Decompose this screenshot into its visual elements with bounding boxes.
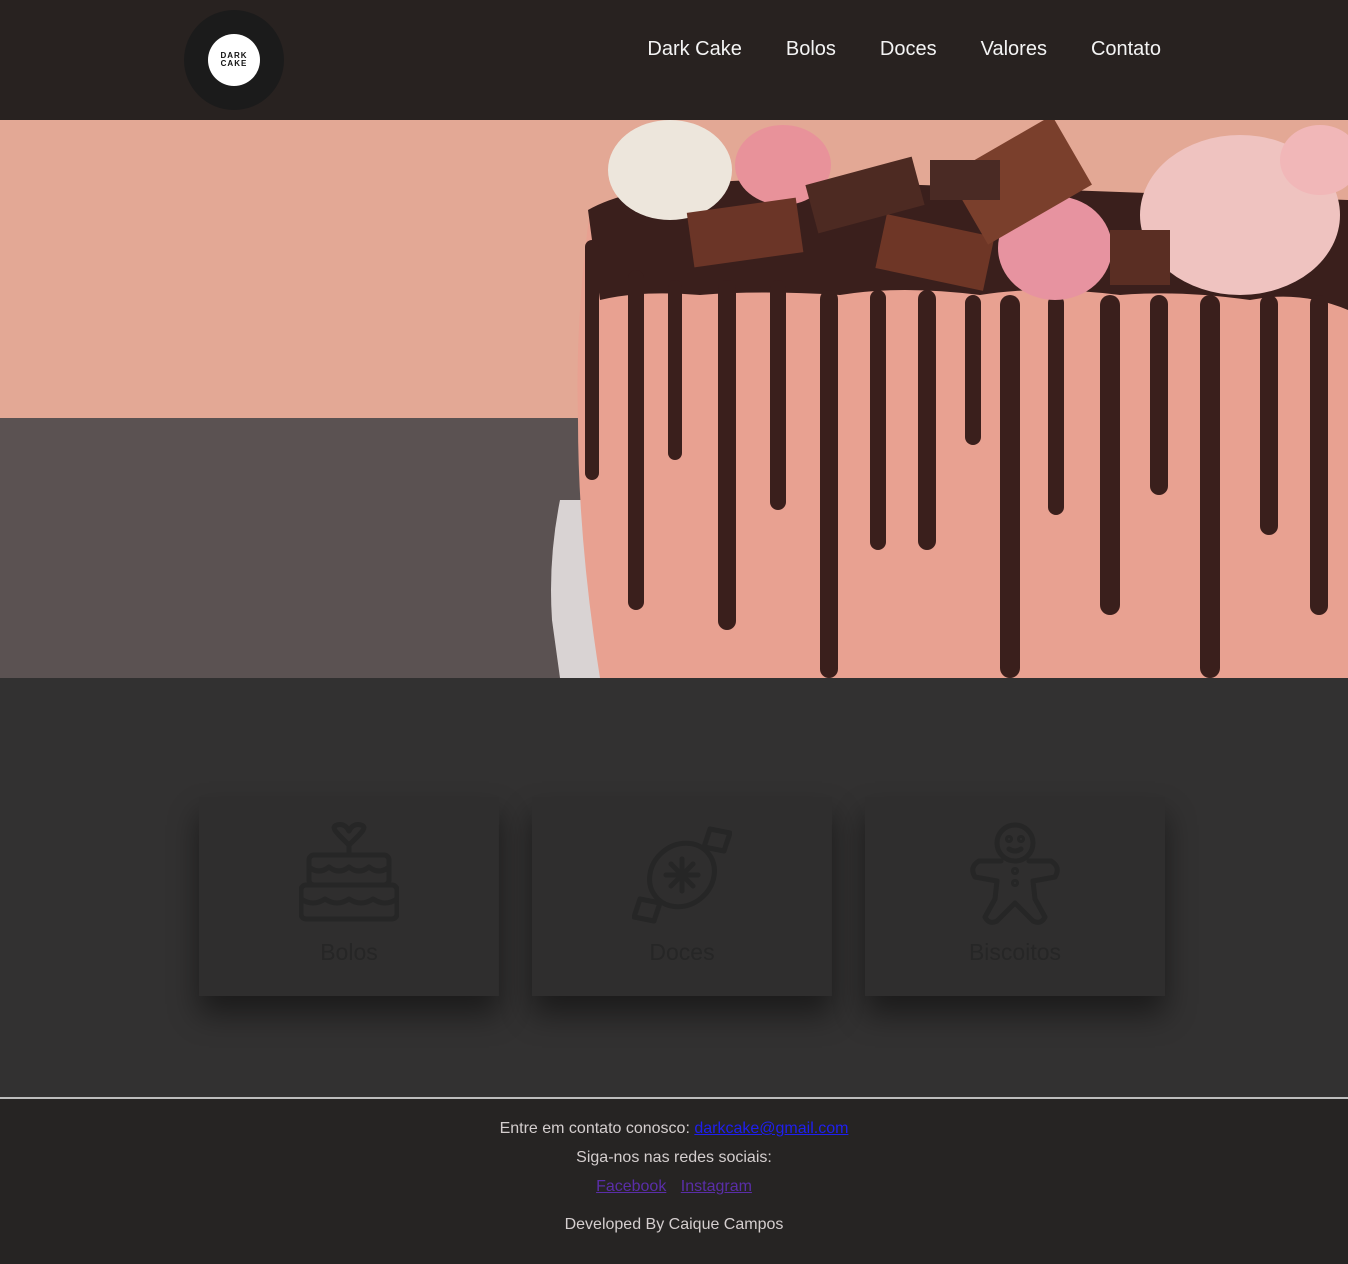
facebook-link[interactable]: Facebook <box>596 1178 666 1195</box>
social-heading: Siga-nos nas redes sociais: <box>576 1149 772 1166</box>
nav-bolos[interactable]: Bolos <box>786 38 836 61</box>
contact-text: Entre em contato conosco: <box>499 1120 695 1137</box>
social-links: Facebook Instagram <box>0 1178 1348 1196</box>
site-header: DARK CAKE Dark Cake Bolos Doces Valores … <box>0 0 1348 120</box>
category-card-doces[interactable]: Doces <box>532 797 832 996</box>
nav-valores[interactable]: Valores <box>981 38 1047 61</box>
hero-illustration <box>0 120 1348 678</box>
contact-line: Entre em contato conosco: darkcake@gmail… <box>0 1120 1348 1138</box>
instagram-link[interactable]: Instagram <box>681 1178 752 1195</box>
logo-badge: DARK CAKE <box>208 34 260 86</box>
email-link[interactable]: darkcake@gmail.com <box>694 1120 848 1137</box>
site-footer: Entre em contato conosco: darkcake@gmail… <box>0 1097 1348 1264</box>
developer-credit: Developed By Caique Campos <box>564 1216 784 1233</box>
cake-icon <box>299 822 399 922</box>
nav-contato[interactable]: Contato <box>1091 38 1161 61</box>
nav-dark-cake[interactable]: Dark Cake <box>647 38 741 61</box>
category-label: Biscoitos <box>968 939 1062 965</box>
category-label: Bolos <box>320 939 378 965</box>
logo[interactable]: DARK CAKE <box>184 10 284 110</box>
category-cards: Bolos Doces Biscoitos <box>199 797 1165 996</box>
logo-text-line2: CAKE <box>220 59 248 68</box>
category-label: Doces <box>649 939 715 965</box>
hero-cake-image <box>0 120 1348 678</box>
candy-icon <box>632 826 732 924</box>
nav-doces[interactable]: Doces <box>880 38 937 61</box>
main-nav: Dark Cake Bolos Doces Valores Contato <box>647 38 1161 61</box>
category-card-bolos[interactable]: Bolos <box>199 797 499 996</box>
category-card-biscoitos[interactable]: Biscoitos <box>865 797 1165 996</box>
gingerbread-icon <box>970 822 1060 925</box>
